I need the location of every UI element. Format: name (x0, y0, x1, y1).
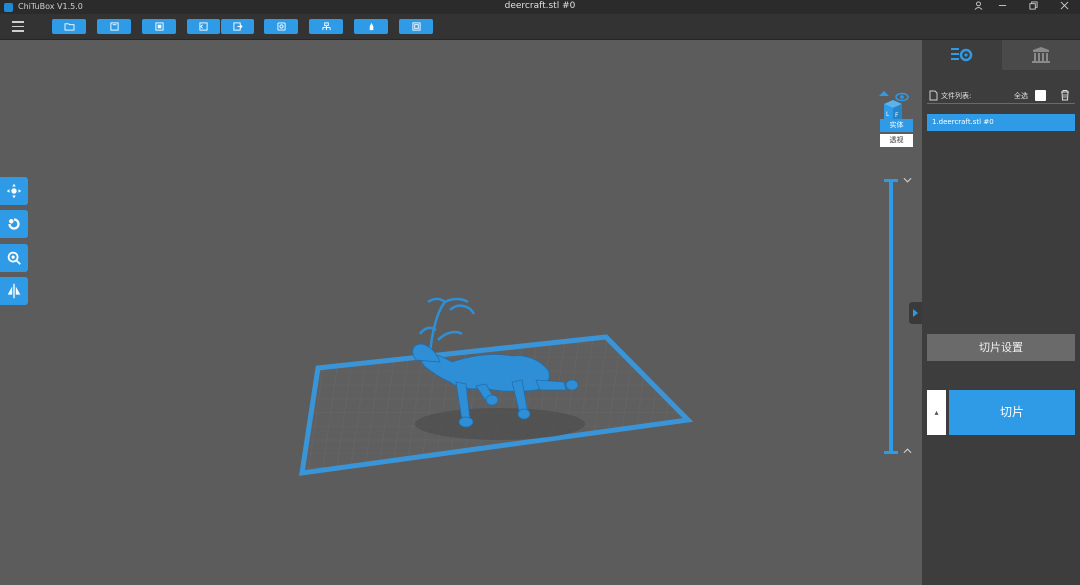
window-title: deercraft.stl #0 (504, 1, 576, 11)
toolbar (0, 14, 1080, 40)
solid-view-button[interactable]: 实体 (880, 119, 913, 132)
slice-settings-button[interactable]: 切片设置 (927, 334, 1075, 361)
minimize-icon[interactable] (992, 1, 1012, 13)
open-file-button[interactable] (52, 19, 86, 34)
mirror-tool-button[interactable] (0, 277, 28, 305)
slice-button[interactable]: 切片 (949, 390, 1075, 435)
slider-bottom-chevron-icon[interactable] (903, 447, 912, 457)
slider-top-chevron-icon[interactable] (903, 176, 912, 186)
scale-icon (7, 251, 21, 265)
hollow-button[interactable] (354, 19, 388, 34)
user-icon[interactable] (968, 1, 988, 13)
model-settings-icon (951, 48, 973, 62)
printer-icon (1032, 47, 1050, 63)
support-button[interactable] (309, 19, 343, 34)
import-button[interactable] (142, 19, 176, 34)
model-shadow (415, 408, 585, 440)
import-icon (154, 22, 164, 31)
mirror-icon (7, 283, 21, 299)
undo-button[interactable] (187, 19, 220, 34)
panel-toggle-button[interactable] (909, 302, 922, 324)
hamburger-menu-icon[interactable] (12, 21, 24, 32)
open-file-icon (64, 23, 74, 31)
svg-text:F: F (895, 112, 899, 119)
snapshot-icon (411, 22, 421, 31)
move-tool-button[interactable] (0, 177, 28, 205)
file-list-label: 文件列表: (941, 92, 972, 100)
slice-options-expand-button[interactable]: ▴ (927, 390, 946, 435)
save-button[interactable] (97, 19, 131, 34)
tab-model-settings[interactable] (922, 40, 1002, 70)
restore-icon[interactable] (1023, 1, 1043, 13)
layer-slider[interactable] (889, 181, 893, 453)
save-icon (109, 22, 119, 31)
transparent-view-button[interactable]: 透视 (880, 134, 913, 147)
panel-tabs (922, 40, 1080, 70)
scale-tool-button[interactable] (0, 244, 28, 272)
file-list-item[interactable]: 1.deercraft.stl #0 (927, 114, 1075, 131)
support-icon (321, 22, 331, 31)
tab-machine-settings[interactable] (1002, 40, 1080, 70)
hollow-icon (369, 22, 373, 31)
select-all-label: 全选 (1014, 92, 1028, 100)
snapshot-button[interactable] (399, 19, 433, 34)
file-list-header: 文件列表: 全选 (927, 88, 1075, 104)
chitubox-window: ChiTuBox V1.5.0 deercraft.stl #0 L F 实体 … (0, 0, 1080, 585)
slider-bottom-handle[interactable] (884, 451, 898, 454)
export-button[interactable] (221, 19, 254, 34)
right-panel: 文件列表: 全选 1.deercraft.stl #0 切片设置 ▴ 切片 (922, 40, 1080, 585)
rotate-icon (8, 218, 20, 230)
rotate-tool-button[interactable] (0, 210, 28, 238)
settings-icon (276, 22, 286, 31)
scene-canvas (299, 297, 694, 476)
export-icon (233, 22, 243, 31)
file-icon (929, 90, 938, 101)
settings-button[interactable] (264, 19, 298, 34)
3d-viewport[interactable]: L F (0, 40, 922, 585)
undo-icon (199, 22, 208, 31)
title-bar: ChiTuBox V1.5.0 deercraft.stl #0 (0, 0, 1080, 14)
close-icon[interactable] (1054, 1, 1074, 13)
move-icon (6, 183, 22, 199)
trash-icon[interactable] (1059, 89, 1071, 101)
select-all-checkbox[interactable] (1035, 90, 1046, 101)
chevron-right-icon (913, 309, 918, 317)
